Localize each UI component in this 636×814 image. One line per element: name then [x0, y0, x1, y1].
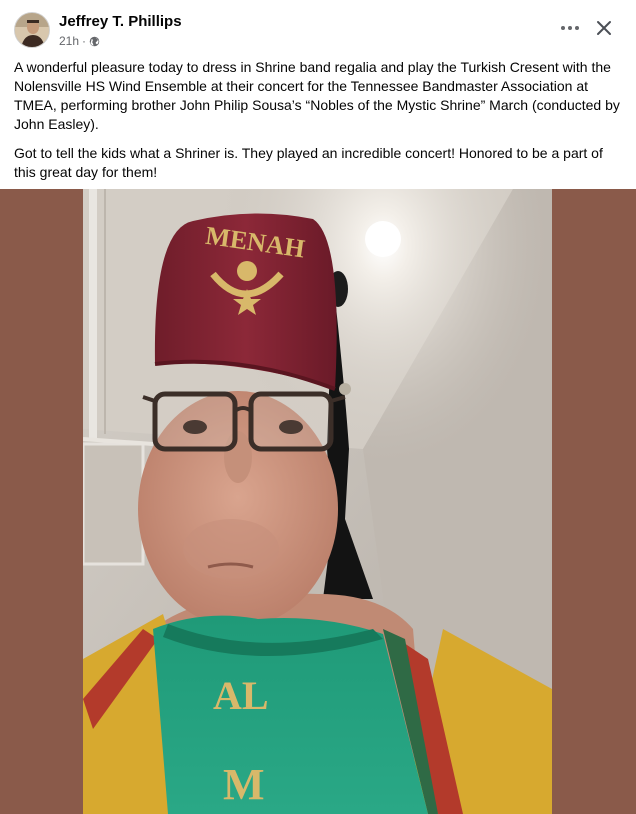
- shriner-selfie-image: MENAH AL M: [83, 189, 552, 814]
- post-photo[interactable]: MENAH AL M: [83, 189, 552, 814]
- post-caption: A wonderful pleasure today to dress in S…: [0, 56, 636, 182]
- vest-lettering-al: AL: [213, 673, 269, 718]
- post-meta: 21h ·: [59, 34, 100, 48]
- caption-paragraph-1: A wonderful pleasure today to dress in S…: [14, 59, 620, 132]
- author-avatar[interactable]: [14, 12, 50, 48]
- avatar-photo: [15, 13, 49, 47]
- close-icon: [597, 21, 611, 35]
- author-name[interactable]: Jeffrey T. Phillips: [59, 13, 182, 30]
- post-timestamp[interactable]: 21h: [59, 34, 79, 48]
- close-button[interactable]: [592, 16, 616, 40]
- vest-lettering-m: M: [223, 760, 265, 809]
- post-media[interactable]: MENAH AL M: [0, 189, 636, 814]
- facebook-post: Jeffrey T. Phillips 21h · A wonderful pl…: [0, 0, 636, 814]
- meta-separator: ·: [82, 34, 87, 48]
- more-options-icon: [561, 26, 579, 30]
- more-options-button[interactable]: [558, 16, 582, 40]
- caption-paragraph-2: Got to tell the kids what a Shriner is. …: [14, 145, 603, 180]
- globe-icon[interactable]: [89, 36, 100, 47]
- post-header: Jeffrey T. Phillips 21h ·: [0, 0, 636, 56]
